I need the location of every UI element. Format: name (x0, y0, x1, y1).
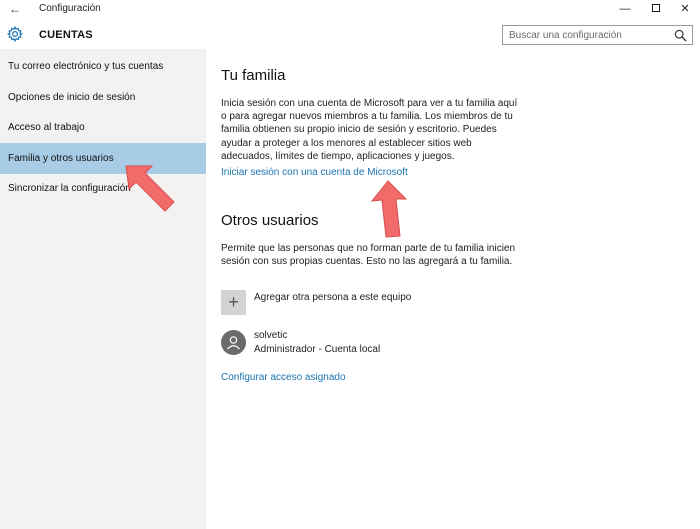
add-user-label[interactable]: Agregar otra persona a este equipo (254, 292, 411, 303)
maximize-button[interactable] (641, 0, 671, 19)
plus-icon: + (228, 292, 239, 312)
search-input[interactable] (509, 28, 664, 42)
sidebar: Tu correo electrónico y tus cuentas Opci… (0, 49, 206, 529)
family-heading: Tu familia (221, 67, 286, 84)
user-avatar[interactable] (221, 330, 246, 355)
user-role: Administrador - Cuenta local (254, 344, 381, 355)
close-button[interactable]: ✕ (670, 0, 700, 19)
family-description: Inicia sesión con una cuenta de Microsof… (221, 98, 518, 162)
maximize-icon (652, 4, 660, 13)
assigned-access-link[interactable]: Configurar acceso asignado (221, 372, 346, 383)
person-icon (227, 336, 240, 350)
user-name[interactable]: solvetic (254, 330, 287, 341)
gear-icon (7, 26, 23, 42)
window-title: Configuración (39, 3, 101, 14)
add-user-button[interactable]: + (221, 290, 246, 315)
section-title: CUENTAS (39, 29, 93, 41)
microsoft-signin-link[interactable]: Iniciar sesión con una cuenta de Microso… (221, 167, 408, 178)
search-icon[interactable] (674, 29, 687, 42)
main-content: Tu familia Inicia sesión con una cuenta … (206, 49, 700, 529)
sidebar-item-email-accounts[interactable]: Tu correo electrónico y tus cuentas (0, 51, 206, 82)
search-box[interactable] (502, 25, 693, 45)
settings-header: CUENTAS (0, 19, 700, 49)
back-arrow-icon[interactable]: ← (6, 1, 24, 17)
sidebar-item-signin-options[interactable]: Opciones de inicio de sesión (0, 82, 206, 113)
other-users-description: Permite que las personas que no forman p… (221, 243, 516, 268)
minimize-button[interactable]: — (610, 0, 640, 19)
annotation-arrow-signin-link (370, 180, 408, 238)
sidebar-item-work-access[interactable]: Acceso al trabajo (0, 112, 206, 143)
annotation-arrow-sidebar (125, 165, 175, 212)
other-users-heading: Otros usuarios (221, 212, 319, 229)
title-bar: ← Configuración — ✕ (0, 0, 700, 19)
